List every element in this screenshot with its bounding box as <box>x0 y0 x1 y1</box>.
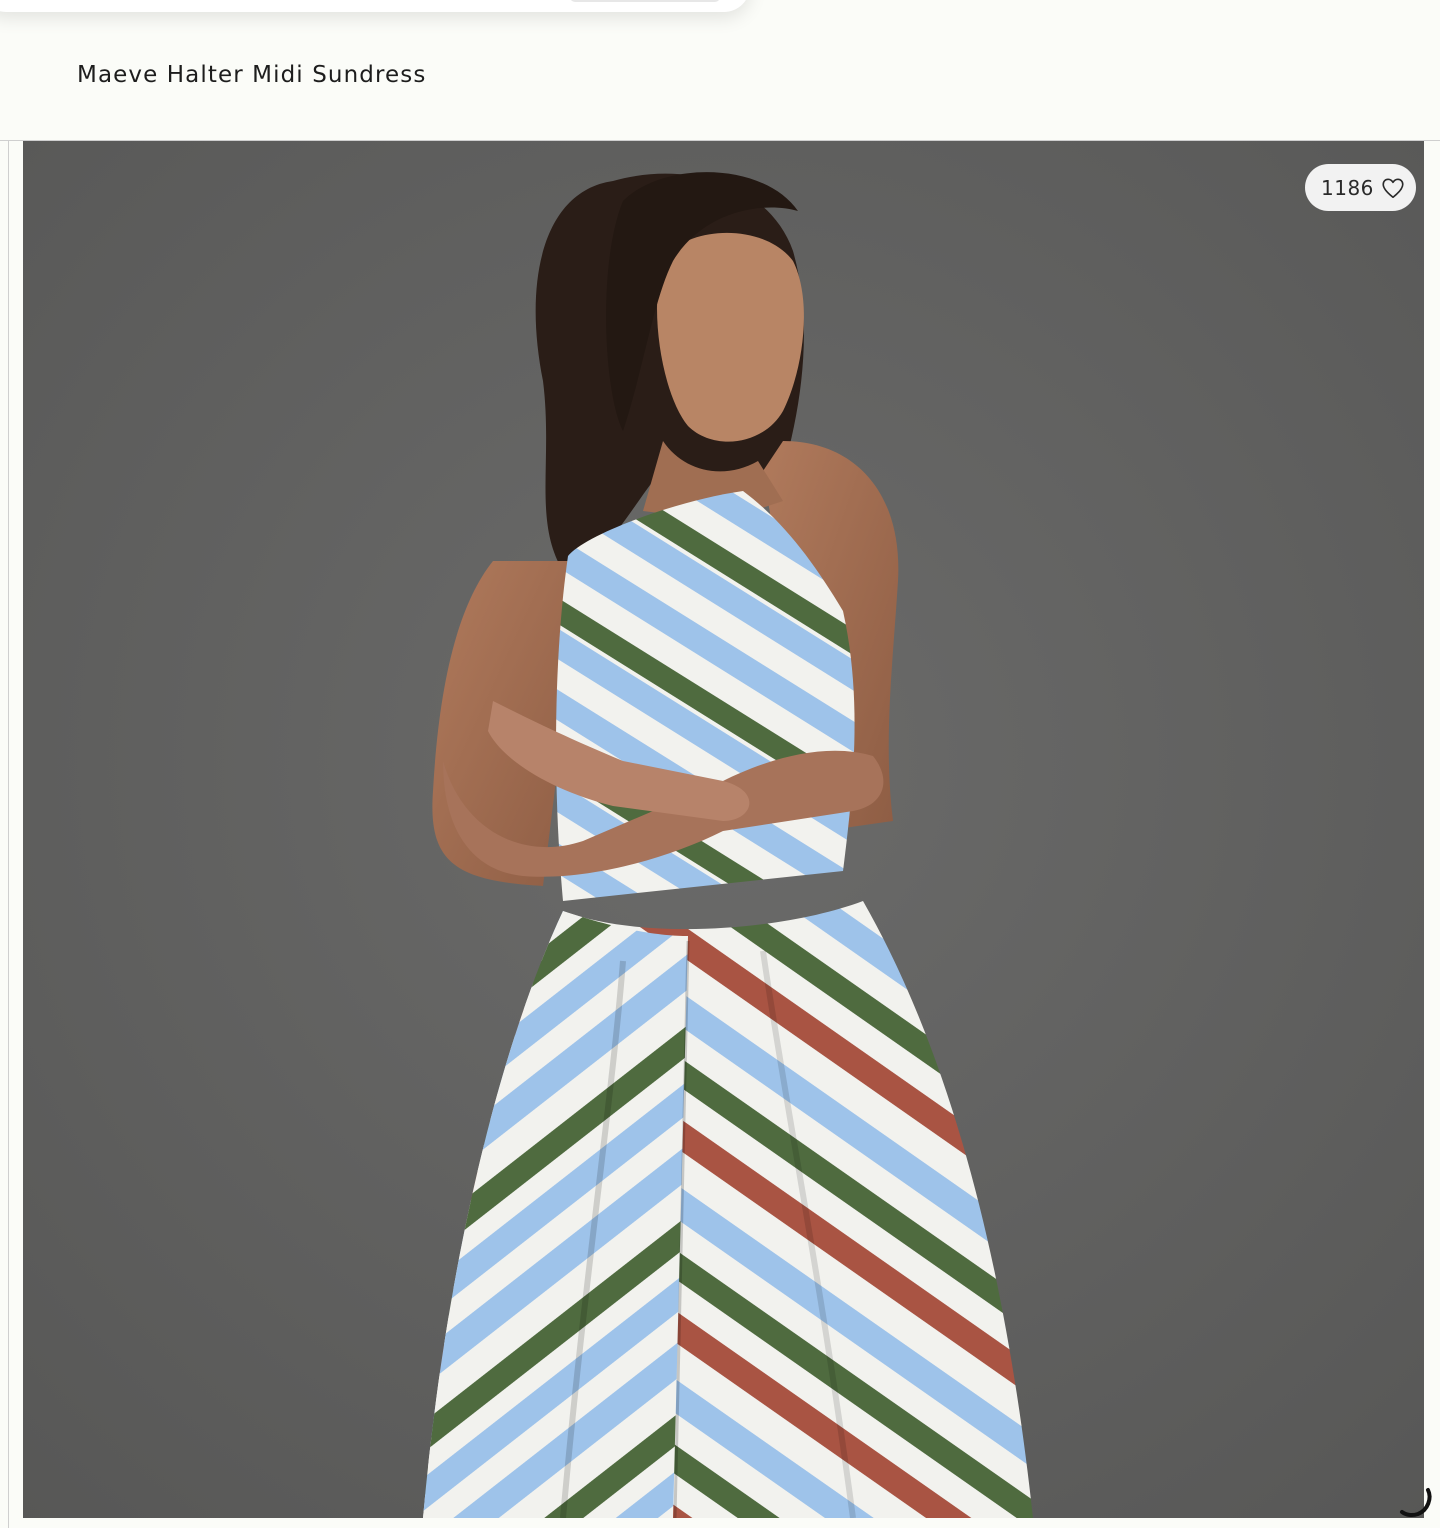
product-photo-illustration <box>23 141 1424 1518</box>
loading-spinner-icon <box>1400 1488 1432 1518</box>
product-image[interactable] <box>23 141 1424 1518</box>
product-header: Maeve Halter Midi Sundress <box>0 0 1440 141</box>
heart-outline-icon <box>1382 178 1404 199</box>
product-page: Maeve Halter Midi Sundress 1186 <box>0 0 1440 1528</box>
like-count: 1186 <box>1321 175 1374 200</box>
like-button[interactable]: 1186 <box>1305 164 1416 211</box>
product-title: Maeve Halter Midi Sundress <box>77 62 427 88</box>
left-divider <box>8 141 9 1528</box>
